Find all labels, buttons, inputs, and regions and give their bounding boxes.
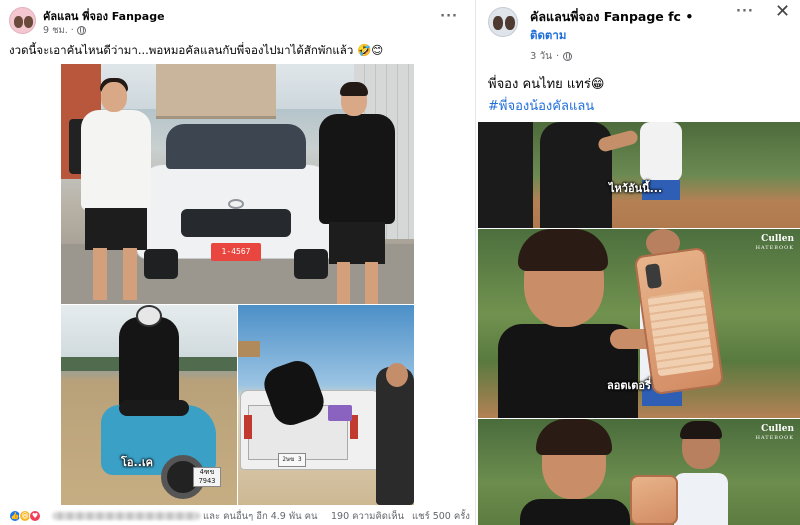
post-time[interactable]: 3 วัน xyxy=(530,49,552,64)
page-avatar[interactable] xyxy=(488,7,518,37)
photo-truck[interactable]: 2ษฆ 3 xyxy=(238,305,414,505)
video-subtitle-1: ไหว้อันนี้... xyxy=(609,182,663,195)
globe-icon xyxy=(76,26,86,35)
photo-motorbike[interactable]: 4ฑข 7943 โอ..เค xyxy=(61,305,237,505)
close-icon[interactable]: ✕ xyxy=(775,1,790,22)
phone xyxy=(630,475,678,525)
video-frame-3[interactable]: Cullen HATEBOOK xyxy=(478,419,800,525)
bike-subtitle: โอ..เค xyxy=(121,456,153,469)
bike-plate: 4ฑข 7943 xyxy=(193,467,221,487)
love-icon: ♥ xyxy=(29,510,41,522)
more-icon[interactable]: ··· xyxy=(736,4,754,19)
post-hashtag[interactable]: #พี่จองน้องคัลแลน xyxy=(488,95,594,116)
post-time[interactable]: 9 ชม. xyxy=(43,23,68,38)
video-frame-2[interactable]: Cullen HATEBOOK ลอตเตอรี่ xyxy=(478,229,800,418)
more-icon[interactable]: ··· xyxy=(440,9,458,24)
globe-icon xyxy=(563,52,573,61)
video-frame-1[interactable]: ไหว้อันนี้... xyxy=(478,122,800,228)
post-caption: งวดนี้จะเอาคันไหนดีว่ามา...พอหมอคัลแลนกั… xyxy=(9,43,384,57)
person-white-shirt xyxy=(69,74,159,304)
photo-car[interactable]: 1-4567 xyxy=(61,64,414,304)
post-meta: 9 ชม. · xyxy=(43,23,86,38)
person-black-shirt xyxy=(311,82,401,304)
left-post-footer: 👍 😆 ♥ และ คนอื่นๆ อีก 4.9 พัน คน 190 ควา… xyxy=(0,506,476,525)
follow-button[interactable]: ติดตาม xyxy=(530,27,566,45)
truck-plate: 2ษฆ 3 xyxy=(278,453,306,467)
right-post: คัลแลนพี่จอง Fanpage fc • ติดตาม 3 วัน ·… xyxy=(478,0,800,525)
car-plate: 1-4567 xyxy=(211,243,261,261)
post-meta: 3 วัน · xyxy=(530,49,573,64)
page-name[interactable]: คัลแลนพี่จอง Fanpage fc • xyxy=(530,7,693,27)
left-post-header: คัลแลน พี่จอง Fanpage 9 ชม. · ··· xyxy=(0,0,476,40)
left-post: คัลแลน พี่จอง Fanpage 9 ชม. · ··· งวดนี้… xyxy=(0,0,476,525)
blurred-names xyxy=(52,512,200,520)
car: 1-4567 xyxy=(136,109,336,279)
shares-count[interactable]: แชร์ 500 ครั้ง xyxy=(412,509,470,524)
comments-count[interactable]: 190 ความคิดเห็น xyxy=(331,509,404,524)
screenshot: คัลแลน พี่จอง Fanpage 9 ชม. · ··· งวดนี้… xyxy=(0,0,800,525)
reaction-icons[interactable]: 👍 😆 ♥ xyxy=(9,510,41,522)
reactions-others[interactable]: และ คนอื่นๆ อีก 4.9 พัน คน xyxy=(203,509,317,524)
page-avatar[interactable] xyxy=(9,7,36,34)
watermark: Cullen HATEBOOK xyxy=(755,424,794,442)
video-subtitle-2: ลอตเตอรี่ xyxy=(607,379,651,392)
watermark: Cullen HATEBOOK xyxy=(755,234,794,252)
post-text: พี่จอง คนไทย แทร่😁 xyxy=(488,77,605,92)
